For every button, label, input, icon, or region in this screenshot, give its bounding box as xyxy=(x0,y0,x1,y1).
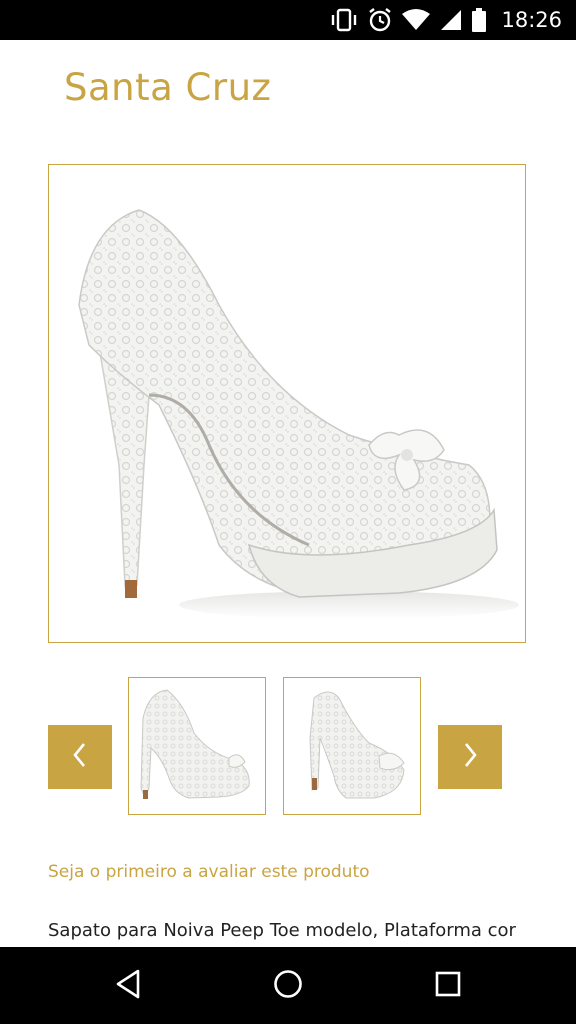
product-description: Sapato para Noiva Peep Toe modelo, Plata… xyxy=(48,920,516,941)
back-icon xyxy=(113,968,143,1004)
battery-icon xyxy=(471,7,487,33)
signal-icon xyxy=(439,8,463,32)
main-product-image[interactable] xyxy=(48,164,526,643)
status-bar: 18:26 xyxy=(0,0,576,40)
status-time: 18:26 xyxy=(501,8,562,32)
brand-title: Santa Cruz xyxy=(64,66,272,109)
review-link[interactable]: Seja o primeiro a avaliar este produto xyxy=(48,862,370,882)
chevron-left-icon xyxy=(69,741,91,773)
home-button[interactable] xyxy=(243,947,333,1024)
recents-button[interactable] xyxy=(403,947,493,1024)
wifi-icon xyxy=(401,8,431,32)
vibrate-icon xyxy=(329,8,359,32)
carousel-next-button[interactable] xyxy=(438,725,502,789)
back-button[interactable] xyxy=(83,947,173,1024)
chevron-right-icon xyxy=(459,741,481,773)
alarm-icon xyxy=(367,7,393,33)
recents-icon xyxy=(434,970,462,1002)
thumbnail-side-view[interactable] xyxy=(128,677,266,815)
thumbnail-angle-view[interactable] xyxy=(283,677,421,815)
carousel-prev-button[interactable] xyxy=(48,725,112,789)
home-icon xyxy=(272,968,304,1004)
status-icons: 18:26 xyxy=(329,0,562,40)
system-nav-bar xyxy=(0,947,576,1024)
